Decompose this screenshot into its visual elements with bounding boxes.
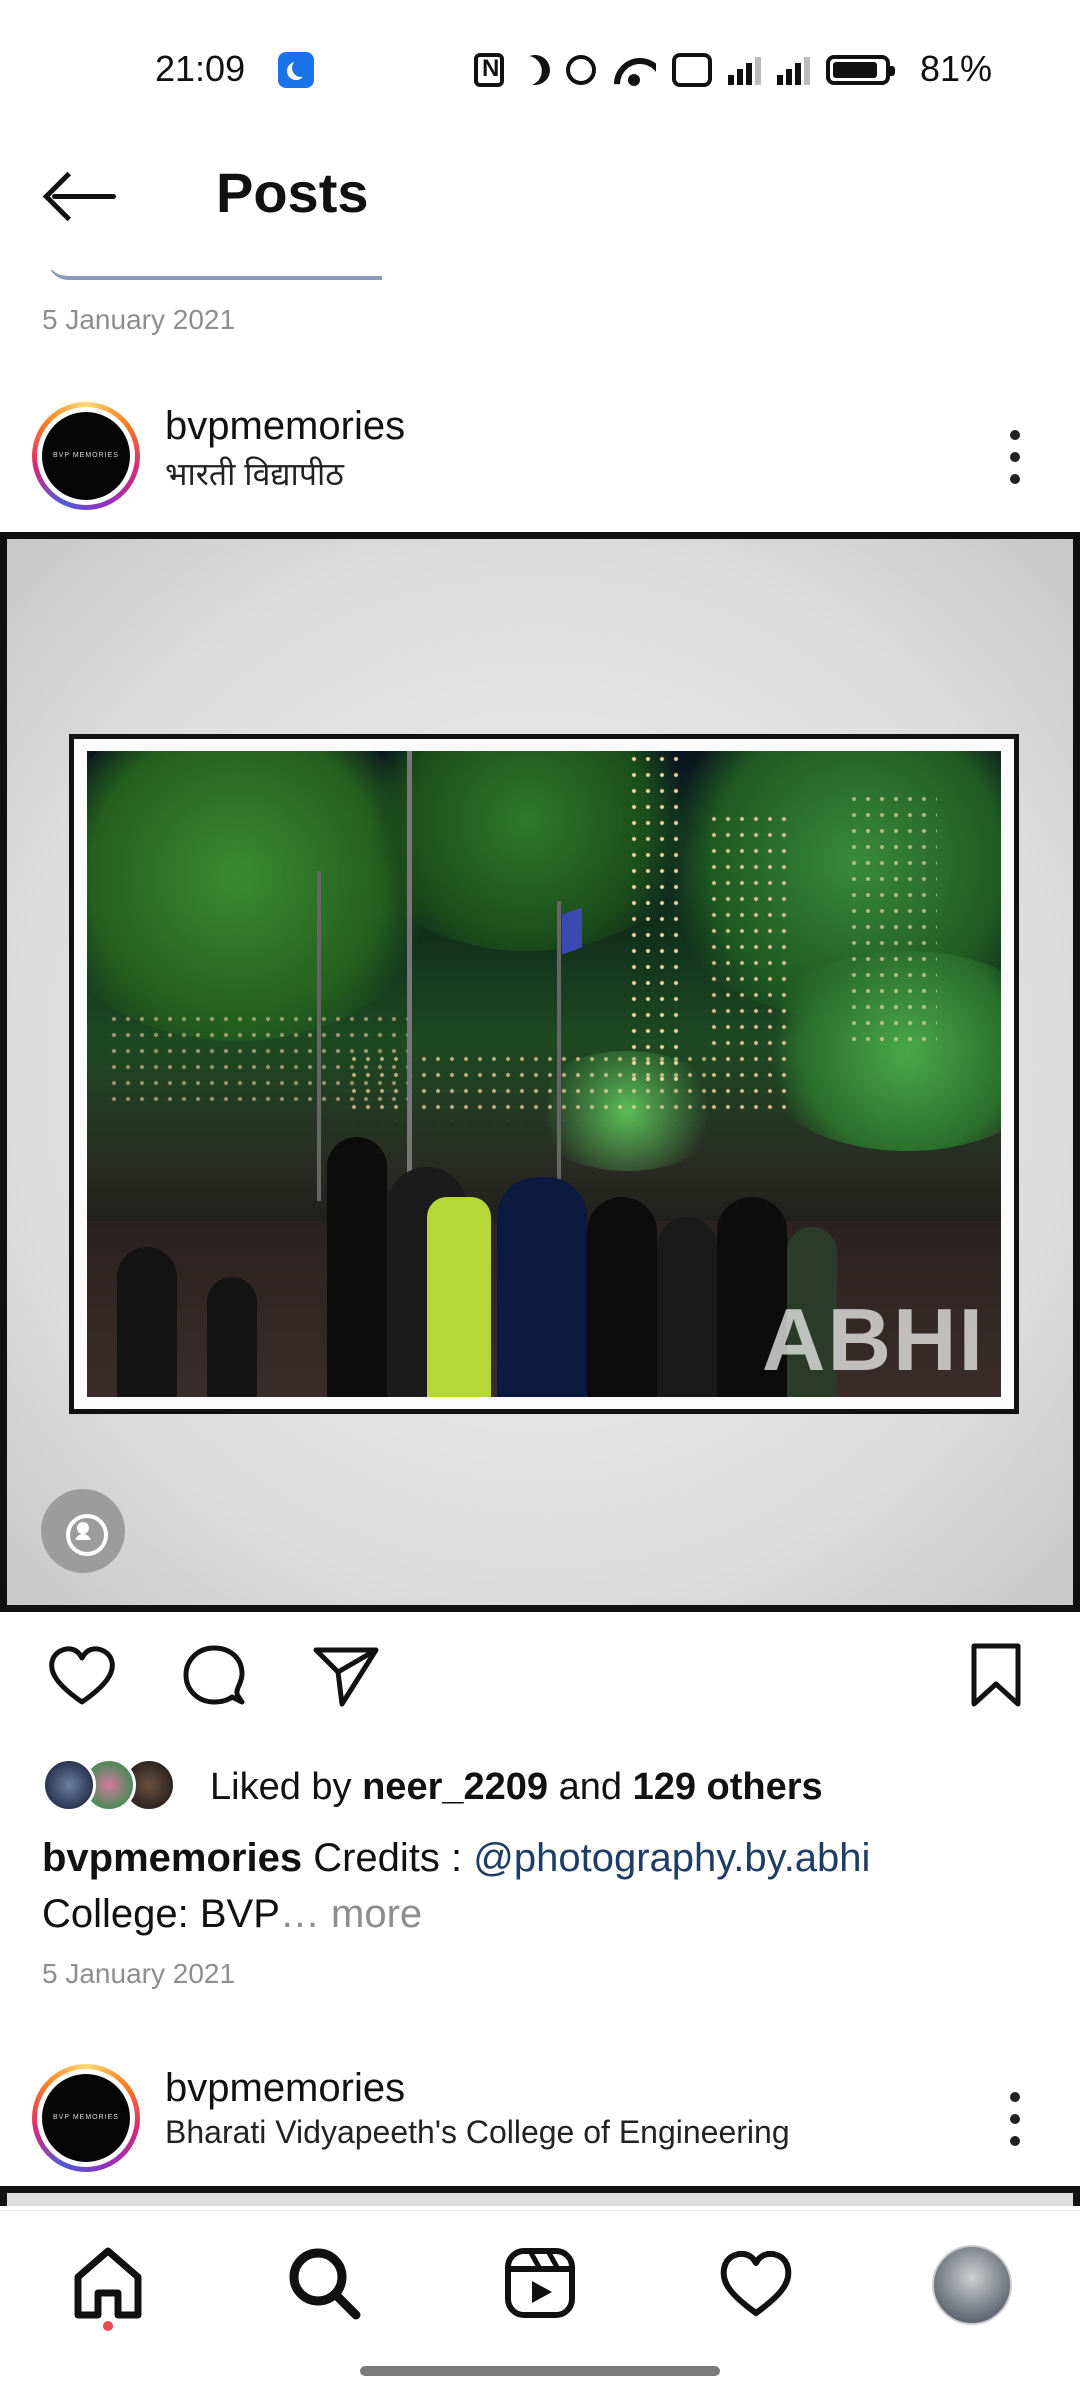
caption-mention[interactable]: @photography.by.abhi — [473, 1836, 870, 1880]
likes-and: and — [548, 1766, 633, 1808]
more-options-icon[interactable] — [1010, 430, 1022, 486]
post-caption: bvpmemories Credits : @photography.by.ab… — [42, 1830, 1042, 1942]
wifi-icon — [612, 54, 656, 86]
previous-post-date: 5 January 2021 — [42, 304, 236, 335]
do-not-disturb-icon — [516, 51, 554, 89]
tagged-people-icon[interactable] — [41, 1489, 125, 1573]
post-location[interactable]: Bharati Vidyapeeth's College of Engineer… — [165, 2114, 790, 2151]
like-heart-icon[interactable] — [46, 1640, 118, 1712]
save-bookmark-icon[interactable] — [960, 1640, 1032, 1712]
next-post-image-edge — [0, 2186, 1080, 2206]
home-icon[interactable] — [68, 2243, 148, 2323]
status-bar: 21:09 81% — [0, 0, 1080, 140]
more-options-icon[interactable] — [1010, 2092, 1022, 2148]
alarm-icon — [566, 55, 596, 85]
post-username[interactable]: bvpmemories — [165, 2066, 405, 2111]
signal-icon — [728, 55, 761, 85]
back-arrow-icon[interactable] — [44, 170, 120, 220]
avatar-label: BVP MEMORIES — [42, 412, 130, 500]
screen: 21:09 81% Posts 5 January 2021 BVP MEMOR… — [0, 0, 1080, 2400]
post-date: 5 January 2021 — [42, 1958, 236, 1989]
post-header: BVP MEMORIES bvpmemories भारती विद्यापीठ — [0, 386, 1080, 510]
next-post-header: BVP MEMORIES bvpmemories Bharati Vidyape… — [0, 2048, 1080, 2172]
signal-icon — [777, 55, 810, 85]
caption-text: Credits : — [302, 1836, 474, 1880]
photo-frame: ABHI — [69, 734, 1019, 1414]
comment-icon[interactable] — [178, 1640, 250, 1712]
image-watermark: ABHI — [761, 1290, 985, 1389]
previous-caption-cutoff — [42, 270, 382, 282]
likes-others-count[interactable]: 129 others — [633, 1766, 823, 1808]
reels-icon[interactable] — [500, 2243, 580, 2323]
caption-username[interactable]: bvpmemories — [42, 1836, 302, 1880]
avatar[interactable]: BVP MEMORIES — [32, 402, 140, 510]
caption-more-link[interactable]: … more — [280, 1892, 422, 1936]
caption-line: College: BVP — [42, 1892, 280, 1936]
share-icon[interactable] — [310, 1640, 382, 1712]
likes-text: Liked by neer_2209 and 129 others — [210, 1766, 823, 1809]
page-title: Posts — [216, 161, 369, 224]
liker-avatar — [42, 1758, 96, 1812]
nfc-icon — [474, 53, 504, 87]
likes-prefix: Liked by — [210, 1766, 363, 1808]
avatar[interactable]: BVP MEMORIES — [32, 2064, 140, 2172]
search-icon[interactable] — [284, 2243, 364, 2323]
post-username[interactable]: bvpmemories — [165, 404, 405, 449]
night-lights-photo: ABHI — [87, 751, 1001, 1397]
activity-heart-icon[interactable] — [716, 2243, 796, 2323]
likes-summary[interactable]: Liked by neer_2209 and 129 others — [42, 1756, 1042, 1816]
app-notification-icon — [278, 52, 314, 88]
avatar-label: BVP MEMORIES — [42, 2074, 130, 2162]
post-actions — [0, 1640, 1080, 1720]
status-time: 21:09 — [155, 48, 246, 89]
profile-avatar[interactable] — [932, 2245, 1012, 2325]
status-icons — [474, 50, 895, 90]
liker-username[interactable]: neer_2209 — [362, 1766, 548, 1808]
wifi-calling-icon — [672, 53, 712, 87]
post-location[interactable]: भारती विद्यापीठ — [165, 452, 344, 495]
gesture-bar — [360, 2366, 720, 2376]
battery-percentage: 81% — [919, 48, 992, 89]
home-notification-dot — [103, 2321, 113, 2331]
top-app-bar: Posts — [0, 140, 1080, 250]
battery-icon — [826, 55, 895, 85]
post-image[interactable]: ABHI — [0, 532, 1080, 1612]
